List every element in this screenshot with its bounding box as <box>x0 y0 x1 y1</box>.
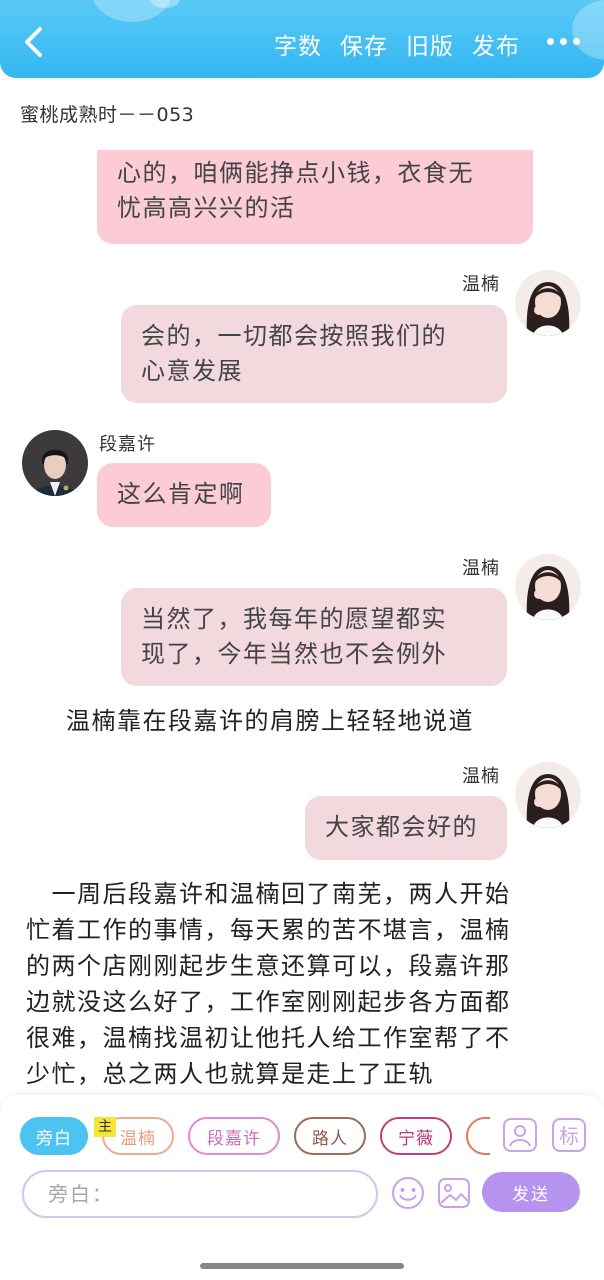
avatar[interactable] <box>515 762 581 828</box>
role-chip-ningwei[interactable]: 宁薇 <box>380 1117 452 1155</box>
chat-bubble[interactable]: 心的，咱俩能挣点小钱，衣食无 忧高高兴兴的活 <box>97 150 533 244</box>
composer-panel: 旁白 主 温楠 段嘉许 路人 宁薇 标 旁白： 发送 <box>0 1095 604 1255</box>
speaker-name: 温楠 <box>462 274 500 295</box>
bubble-line: 心意发展 <box>141 357 243 385</box>
role-chip-label: 宁薇 <box>398 1128 434 1149</box>
role-chip-label: 旁白 <box>36 1128 72 1149</box>
main-role-tag: 主 <box>94 1117 116 1137</box>
role-chip-narrator[interactable]: 旁白 <box>20 1117 88 1155</box>
bubble-line: 心的，咱俩能挣点小钱，衣食无 <box>117 159 474 187</box>
back-arrow-icon[interactable] <box>20 26 48 58</box>
role-chip-passerby[interactable]: 路人 <box>294 1117 366 1155</box>
speaker-name: 温楠 <box>462 766 500 787</box>
chat-bubble[interactable]: 这么肯定啊 <box>97 463 271 527</box>
top-actions: 字数 保存 旧版 发布 <box>274 27 520 61</box>
publish-button[interactable]: 发布 <box>472 27 520 61</box>
narration-text[interactable]: 温楠靠在段嘉许的肩膀上轻轻地说道 <box>66 703 474 739</box>
image-icon[interactable] <box>436 1175 472 1211</box>
narration-text[interactable]: 一周后段嘉许和温楠回了南芜，两人开始 忙着工作的事情，每天累的苦不堪言，温楠 的… <box>26 876 586 1092</box>
narration-line: 忙着工作的事情，每天累的苦不堪言，温楠 <box>26 916 511 944</box>
home-indicator[interactable] <box>200 1263 404 1269</box>
speaker-name: 温楠 <box>462 558 500 579</box>
role-chip-label: 路人 <box>312 1128 348 1149</box>
role-chip-partial[interactable] <box>466 1117 490 1155</box>
role-selector: 旁白 主 温楠 段嘉许 路人 宁薇 <box>20 1117 490 1157</box>
bubble-line: 会的，一切都会按照我们的 <box>141 322 447 350</box>
avatar[interactable] <box>515 554 581 620</box>
more-icon[interactable] <box>547 38 580 45</box>
speaker-name: 段嘉许 <box>99 434 156 455</box>
decor-bubble <box>572 0 604 60</box>
bubble-line: 当然了，我每年的愿望都实 <box>141 605 447 633</box>
avatar[interactable] <box>22 430 88 496</box>
narration-line: 的两个店刚刚起步生意还算可以，段嘉许那 <box>26 952 511 980</box>
chat-area[interactable]: 心的，咱俩能挣点小钱，衣食无 忧高高兴兴的活 温楠 会的，一切都会按照我们的 心… <box>0 150 604 1095</box>
save-button[interactable]: 保存 <box>340 27 388 61</box>
narration-line: 很难，温楠找温初让他托人给工作室帮了不 <box>26 1024 511 1052</box>
word-count-button[interactable]: 字数 <box>274 27 322 61</box>
mark-icon-label: 标 <box>559 1124 579 1148</box>
top-bar: 字数 保存 旧版 发布 <box>0 0 604 78</box>
chat-bubble[interactable]: 大家都会好的 <box>305 796 507 860</box>
chat-bubble[interactable]: 会的，一切都会按照我们的 心意发展 <box>121 305 507 403</box>
bubble-line: 现了，今年当然也不会例外 <box>141 640 447 668</box>
emoji-icon[interactable] <box>390 1175 426 1211</box>
narration-line: 一周后段嘉许和温楠回了南芜，两人开始 <box>26 880 511 908</box>
role-chip-label: 温楠 <box>120 1128 156 1149</box>
message-input[interactable] <box>22 1170 378 1218</box>
narration-line: 温楠靠在段嘉许的肩膀上轻轻地说道 <box>66 707 474 735</box>
avatar[interactable] <box>515 270 581 336</box>
bubble-line: 忧高高兴兴的活 <box>117 194 296 222</box>
person-icon[interactable] <box>502 1117 538 1153</box>
narration-line: 边就没这么好了，工作室刚刚起步各方面都 <box>26 988 511 1016</box>
bubble-line: 这么肯定啊 <box>117 480 245 508</box>
old-version-button[interactable]: 旧版 <box>406 27 454 61</box>
role-chip-label: 段嘉许 <box>207 1128 261 1149</box>
narration-line: 少忙，总之两人也就算是走上了正轨 <box>26 1060 434 1088</box>
role-chip-duanjiaxu[interactable]: 段嘉许 <box>188 1117 280 1155</box>
chat-bubble[interactable]: 当然了，我每年的愿望都实 现了，今年当然也不会例外 <box>121 588 507 686</box>
bubble-line: 大家都会好的 <box>325 813 478 841</box>
mark-icon[interactable]: 标 <box>551 1117 587 1153</box>
send-button[interactable]: 发送 <box>482 1172 580 1212</box>
chapter-title: 蜜桃成熟时－－053 <box>20 104 195 126</box>
